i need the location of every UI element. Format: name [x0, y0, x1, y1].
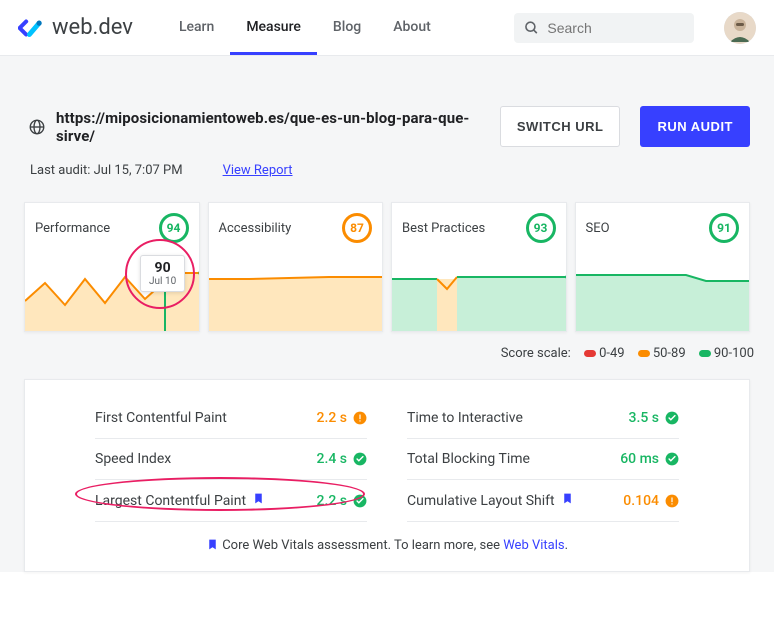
nav-blog[interactable]: Blog [317, 1, 377, 55]
metric-row[interactable]: First Contentful Paint 2.2 s [95, 410, 367, 439]
scale-dot-orange [638, 350, 650, 357]
main-nav: Learn Measure Blog About [163, 1, 447, 55]
sparkline-tooltip: 90 Jul 10 [140, 255, 185, 292]
bookmark-icon [206, 538, 219, 551]
globe-icon [28, 118, 46, 136]
card-title: Accessibility [219, 221, 292, 236]
search-box[interactable] [514, 13, 694, 43]
card-performance[interactable]: Performance 94 90 Jul 10 [24, 202, 200, 332]
nav-measure[interactable]: Measure [230, 1, 317, 55]
card-seo[interactable]: SEO 91 [575, 202, 751, 332]
avatar[interactable] [724, 12, 756, 44]
check-icon [665, 411, 679, 425]
top-bar: web.dev Learn Measure Blog About [0, 0, 774, 56]
metric-value: 2.4 s [317, 451, 368, 467]
brand-text: web.dev [52, 15, 133, 40]
metrics-col-right: Time to Interactive 3.5 s Total Blocking T… [407, 410, 679, 522]
bookmark-icon [561, 492, 574, 509]
audit-url: https://miposicionamientoweb.es/que-es-u… [56, 109, 490, 145]
score-ring: 91 [709, 213, 739, 243]
score-cards: Performance 94 90 Jul 10 Accessibility 8… [0, 202, 774, 332]
metric-value: 2.2 s [317, 493, 368, 509]
audit-header: https://miposicionamientoweb.es/que-es-u… [0, 80, 774, 157]
card-best-practices[interactable]: Best Practices 93 [391, 202, 567, 332]
scale-dot-green [699, 350, 711, 357]
score-ring: 93 [526, 213, 556, 243]
metric-name: Time to Interactive [407, 410, 523, 426]
metric-row[interactable]: Total Blocking Time 60 ms [407, 439, 679, 480]
switch-url-button[interactable]: SWITCH URL [500, 106, 621, 147]
sparkline [576, 259, 751, 331]
cwv-note: Core Web Vitals assessment. To learn mor… [95, 522, 679, 553]
card-title: Performance [35, 221, 110, 236]
metric-row[interactable]: Speed Index 2.4 s [95, 439, 367, 480]
logo[interactable]: web.dev [18, 15, 133, 41]
card-title: Best Practices [402, 221, 485, 236]
score-scale: Score scale: 0-49 50-89 90-100 [0, 332, 774, 379]
nav-about[interactable]: About [377, 1, 447, 55]
last-audit-text: Last audit: Jul 15, 7:07 PM [30, 163, 183, 178]
sparkline [392, 259, 567, 331]
metric-row[interactable]: Cumulative Layout Shift 0.104 [407, 480, 679, 522]
nav-learn[interactable]: Learn [163, 1, 230, 55]
metric-name: Largest Contentful Paint [95, 492, 265, 509]
sparkline [209, 259, 384, 331]
check-icon [353, 494, 367, 508]
card-accessibility[interactable]: Accessibility 87 [208, 202, 384, 332]
metric-value: 0.104 [623, 493, 679, 509]
view-report-link[interactable]: View Report [223, 163, 293, 178]
metric-name: Speed Index [95, 451, 171, 467]
card-title: SEO [586, 221, 610, 236]
score-ring: 94 [159, 213, 189, 243]
metrics-col-left: First Contentful Paint 2.2 s Speed Index 2.… [95, 410, 367, 522]
warn-icon [353, 411, 367, 425]
metric-name: Cumulative Layout Shift [407, 492, 574, 509]
bookmark-icon [252, 492, 265, 509]
check-icon [665, 452, 679, 466]
metric-row[interactable]: Largest Contentful Paint 2.2 s [95, 480, 367, 522]
check-icon [353, 452, 367, 466]
metrics-panel: First Contentful Paint 2.2 s Speed Index 2.… [24, 379, 750, 572]
metric-value: 3.5 s [629, 410, 680, 426]
warn-icon [665, 494, 679, 508]
run-audit-button[interactable]: RUN AUDIT [640, 106, 750, 147]
metric-value: 2.2 s [317, 410, 368, 426]
audit-meta: Last audit: Jul 15, 7:07 PM View Report [0, 157, 774, 200]
metric-name: First Contentful Paint [95, 410, 227, 426]
search-input[interactable] [547, 20, 684, 36]
web-vitals-link[interactable]: Web Vitals [503, 538, 564, 553]
search-icon [524, 19, 539, 37]
metric-row[interactable]: Time to Interactive 3.5 s [407, 410, 679, 439]
metric-name: Total Blocking Time [407, 451, 530, 467]
metric-value: 60 ms [620, 451, 679, 467]
scale-dot-red [584, 350, 596, 357]
score-ring: 87 [342, 213, 372, 243]
logo-icon [18, 15, 44, 41]
page-body: https://miposicionamientoweb.es/que-es-u… [0, 56, 774, 572]
